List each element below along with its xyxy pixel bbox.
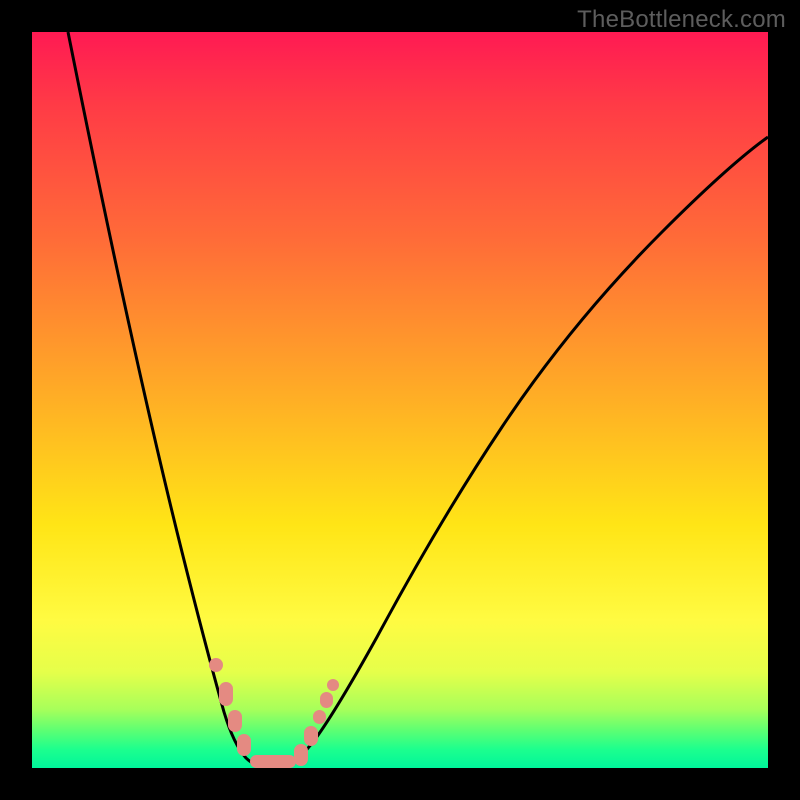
trough-marker: [228, 710, 242, 732]
trough-marker: [209, 658, 223, 672]
trough-marker: [313, 710, 326, 724]
trough-marker: [327, 679, 339, 691]
trough-marker: [320, 692, 333, 708]
plot-area: [32, 32, 768, 768]
chart-frame: TheBottleneck.com: [0, 0, 800, 800]
trough-marker: [237, 734, 251, 756]
trough-marker: [219, 682, 233, 706]
trough-marker: [304, 726, 318, 746]
bottleneck-curve: [32, 32, 768, 768]
trough-marker: [294, 744, 308, 766]
trough-marker: [250, 755, 296, 768]
watermark-text: TheBottleneck.com: [577, 6, 786, 34]
